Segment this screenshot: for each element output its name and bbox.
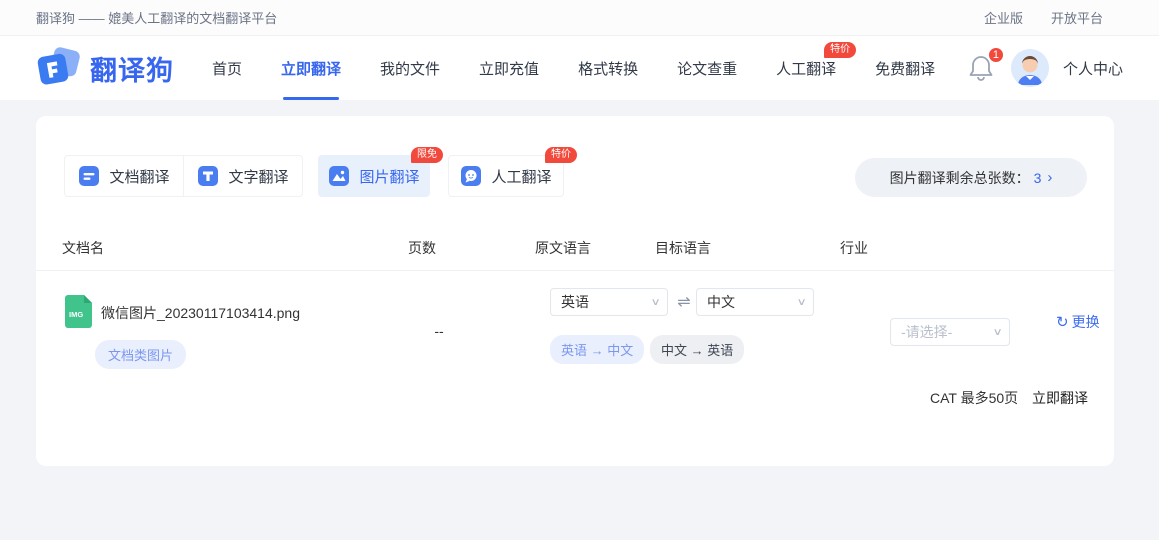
image-file-icon: IMG bbox=[65, 295, 92, 328]
bell-icon bbox=[967, 56, 995, 87]
col-header-pages: 页数 bbox=[408, 240, 436, 256]
tab-document-translate[interactable]: 文档翻译 bbox=[64, 155, 184, 197]
tab-human-translate[interactable]: 人工翻译 特价 bbox=[448, 147, 577, 197]
swap-languages-icon[interactable]: ⇌ bbox=[672, 292, 696, 312]
change-file-button[interactable]: ↻ 更换 bbox=[1056, 312, 1104, 333]
tab-label: 文档翻译 bbox=[109, 168, 170, 186]
quota-value: 3 bbox=[1033, 169, 1042, 186]
main-nav: 首页 立即翻译 我的文件 立即充值 格式转换 论文查重 人工翻译 特价 免费翻译 bbox=[212, 36, 935, 100]
logo-icon bbox=[36, 47, 82, 89]
target-language-value: 中文 bbox=[707, 294, 735, 310]
refresh-icon: ↻ bbox=[1056, 314, 1069, 331]
nav-item-format-convert[interactable]: 格式转换 bbox=[578, 36, 638, 100]
industry-placeholder: -请选择- bbox=[901, 324, 953, 340]
site-tagline: 翻译狗 —— 媲美人工翻译的文档翻译平台 bbox=[36, 11, 278, 26]
image-icon bbox=[328, 165, 350, 187]
page-count: -- bbox=[434, 323, 444, 339]
image-quota-pill[interactable]: 图片翻译剩余总张数： 3 › bbox=[855, 158, 1087, 197]
user-center-link[interactable]: 个人中心 bbox=[1063, 58, 1123, 79]
quota-label: 图片翻译剩余总张数： bbox=[889, 169, 1030, 186]
topbar: 翻译狗 —— 媲美人工翻译的文档翻译平台 企业版 开放平台 bbox=[0, 0, 1159, 36]
chat-icon bbox=[460, 165, 482, 187]
file-name: 微信图片_20230117103414.png bbox=[101, 305, 301, 321]
notification-bell-button[interactable]: 1 bbox=[967, 46, 1005, 83]
tab-label: 人工翻译 bbox=[491, 168, 552, 186]
col-header-source-language: 原文语言 bbox=[535, 240, 591, 256]
tab-label: 图片翻译 bbox=[359, 168, 420, 186]
quick-pair-en-zh[interactable]: 英语 → 中文 bbox=[550, 335, 645, 364]
nav-item-home[interactable]: 首页 bbox=[212, 36, 242, 100]
file-category-tag: 文档类图片 bbox=[95, 340, 187, 369]
table-divider bbox=[36, 270, 1114, 271]
logo[interactable]: 翻译狗 bbox=[36, 47, 212, 89]
nav-item-label: 人工翻译 bbox=[776, 60, 837, 78]
translate-now-button[interactable]: 立即翻译 bbox=[1032, 388, 1088, 408]
topbar-links: 企业版 开放平台 bbox=[984, 8, 1103, 27]
quick-pair-zh-en[interactable]: 中文 → 英语 bbox=[650, 335, 745, 364]
col-header-target-language: 目标语言 bbox=[655, 240, 711, 256]
nav-item-human-translate[interactable]: 人工翻译 特价 bbox=[776, 36, 857, 100]
col-header-industry: 行业 bbox=[840, 240, 868, 256]
nav-item-recharge[interactable]: 立即充值 bbox=[479, 36, 539, 100]
header-right: 1 个人中心 bbox=[967, 46, 1123, 87]
source-language-value: 英语 bbox=[561, 294, 589, 310]
chevron-right-icon: › bbox=[1047, 169, 1053, 186]
nav-item-free-translate[interactable]: 免费翻译 bbox=[875, 36, 935, 100]
chevron-down-icon: ∨ bbox=[992, 326, 1003, 338]
special-price-badge: 特价 bbox=[545, 147, 577, 163]
cat-max-pages-note: CAT 最多50页 bbox=[930, 390, 1019, 406]
nav-item-my-files[interactable]: 我的文件 bbox=[380, 36, 440, 100]
translate-card: 文档翻译 文字翻译 图片翻译 限免 人工翻译 特价 图片翻译剩余总张数： 3 ›… bbox=[36, 116, 1114, 466]
logo-text: 翻译狗 bbox=[90, 55, 174, 86]
nav-item-plagiarism-check[interactable]: 论文查重 bbox=[677, 36, 737, 100]
nav-item-translate-now[interactable]: 立即翻译 bbox=[281, 36, 341, 100]
notification-count-badge: 1 bbox=[986, 46, 1005, 64]
document-icon bbox=[78, 165, 100, 187]
topbar-link-enterprise[interactable]: 企业版 bbox=[984, 8, 1023, 27]
main-area: 文档翻译 文字翻译 图片翻译 限免 人工翻译 特价 图片翻译剩余总张数： 3 ›… bbox=[0, 100, 1159, 540]
col-header-filename: 文档名 bbox=[62, 240, 104, 256]
text-icon bbox=[197, 165, 219, 187]
chevron-down-icon: ∨ bbox=[650, 296, 661, 308]
industry-select[interactable]: -请选择- ∨ bbox=[890, 318, 1010, 346]
avatar[interactable] bbox=[1010, 49, 1049, 87]
free-limited-badge: 限免 bbox=[411, 147, 443, 163]
source-language-select[interactable]: 英语 ∨ bbox=[550, 288, 668, 316]
chevron-down-icon: ∨ bbox=[796, 296, 807, 308]
header: 翻译狗 首页 立即翻译 我的文件 立即充值 格式转换 论文查重 人工翻译 特价 … bbox=[0, 36, 1159, 100]
tab-image-translate[interactable]: 图片翻译 限免 bbox=[318, 147, 443, 197]
target-language-select[interactable]: 中文 ∨ bbox=[696, 288, 814, 316]
special-price-badge: 特价 bbox=[824, 42, 857, 58]
change-label: 更换 bbox=[1071, 314, 1100, 330]
svg-text:IMG: IMG bbox=[69, 310, 83, 319]
tab-text-translate[interactable]: 文字翻译 bbox=[183, 155, 303, 197]
tab-label: 文字翻译 bbox=[228, 168, 289, 186]
topbar-link-open-platform[interactable]: 开放平台 bbox=[1051, 8, 1103, 27]
